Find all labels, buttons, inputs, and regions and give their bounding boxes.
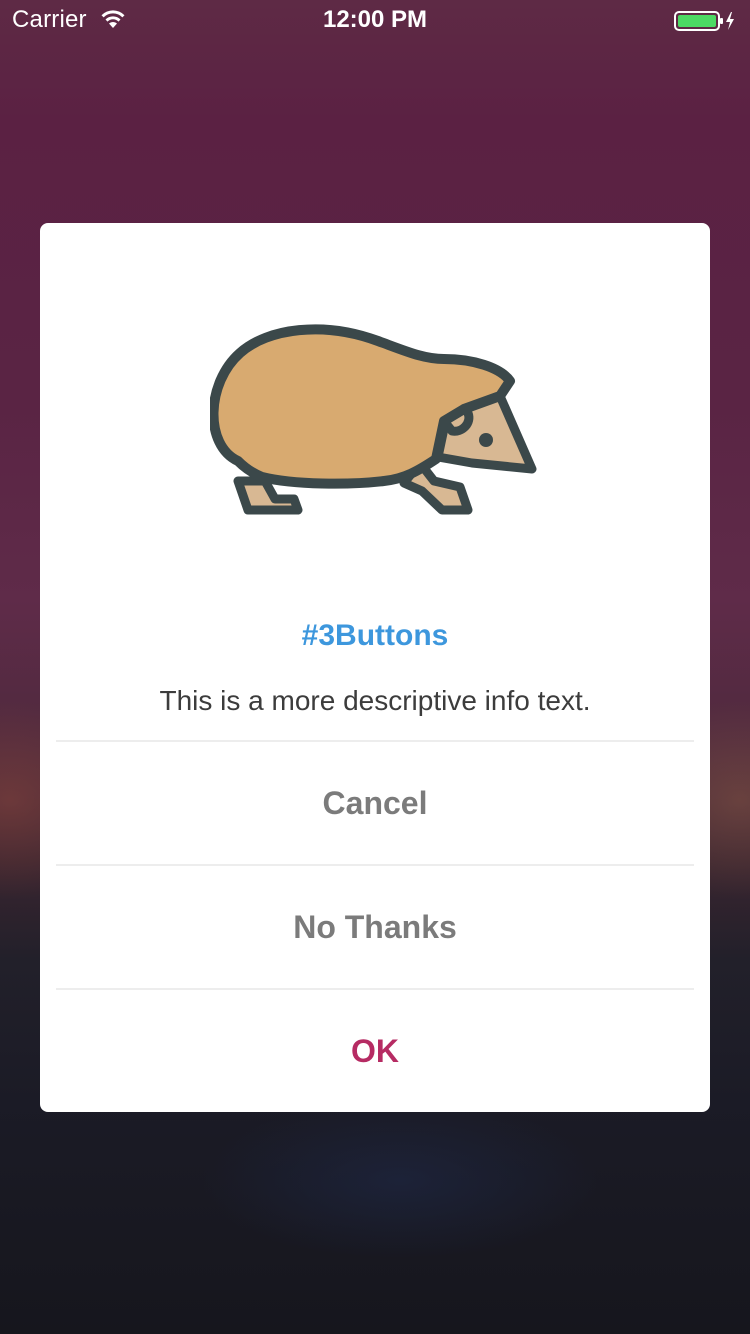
app-screen: Carrier 12:00 PM #3Buttons This is a mor… (0, 0, 750, 1334)
status-bar: Carrier 12:00 PM (0, 0, 750, 40)
hedgehog-icon (210, 324, 537, 515)
battery-charging-icon (674, 11, 734, 31)
cancel-button[interactable]: Cancel (40, 742, 710, 864)
background-glow-bottom (200, 1100, 600, 1260)
ok-button[interactable]: OK (40, 990, 710, 1112)
dialog-message: This is a more descriptive info text. (159, 685, 591, 716)
clock: 12:00 PM (322, 6, 428, 33)
dialog-title: #3Buttons (301, 619, 449, 652)
no-thanks-button[interactable]: No Thanks (40, 866, 710, 988)
alert-dialog: #3Buttons This is a more descriptive inf… (40, 223, 710, 1112)
